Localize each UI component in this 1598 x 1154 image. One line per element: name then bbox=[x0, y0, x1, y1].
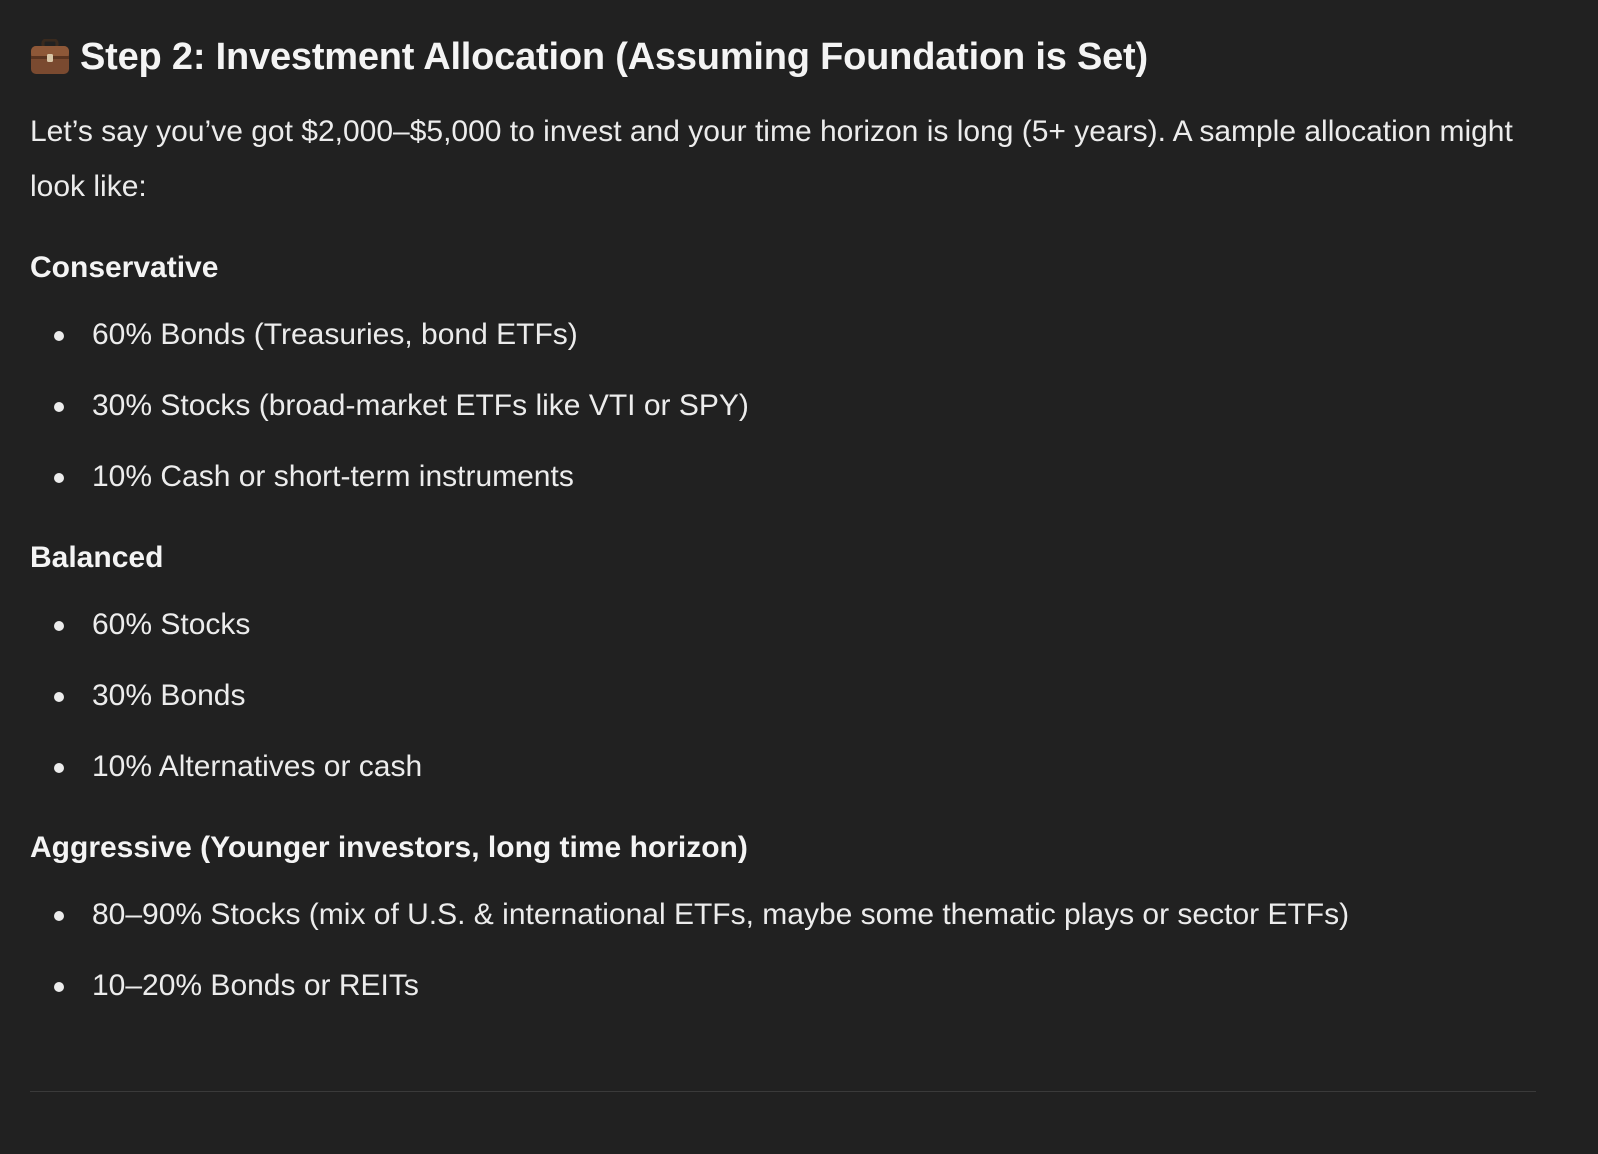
briefcase-icon bbox=[30, 38, 70, 75]
section-heading: Step 2: Investment Allocation (Assuming … bbox=[30, 32, 1148, 82]
bullet-icon bbox=[54, 911, 64, 921]
bullet-icon bbox=[54, 473, 64, 483]
heading-text: Step 2: Investment Allocation (Assuming … bbox=[80, 35, 1148, 78]
bullet-icon bbox=[54, 763, 64, 773]
bullet-icon bbox=[54, 621, 64, 631]
bullet-icon bbox=[54, 402, 64, 412]
bullet-icon bbox=[54, 692, 64, 702]
section-title-aggressive: Aggressive (Younger investors, long time… bbox=[30, 831, 748, 864]
bullet-icon bbox=[54, 331, 64, 341]
intro-paragraph: Let’s say you’ve got $2,000–$5,000 to in… bbox=[30, 115, 1513, 203]
bullet-icon bbox=[54, 982, 64, 992]
section-title-balanced: Balanced bbox=[30, 541, 164, 574]
section-title-conservative: Conservative bbox=[30, 251, 219, 284]
divider bbox=[30, 1091, 1536, 1092]
